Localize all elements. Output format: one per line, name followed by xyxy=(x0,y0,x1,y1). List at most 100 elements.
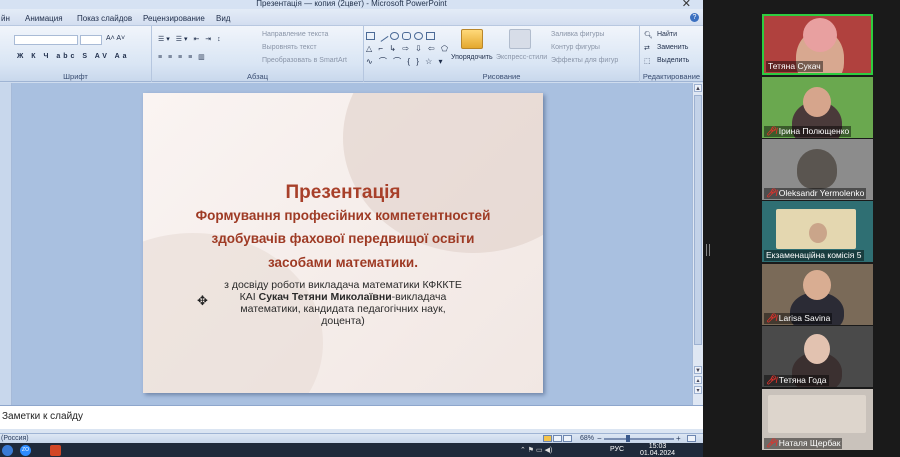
find-button[interactable]: Найти xyxy=(657,31,677,38)
replace-icon: ⇄ xyxy=(644,45,650,52)
participant-tile[interactable]: 🎤︎̸ Oleksandr Yermolenko xyxy=(762,139,873,200)
zoom-meeting-window: Презентація — копия (2цвет) - Microsoft … xyxy=(0,0,900,457)
replace-button[interactable]: Заменить xyxy=(657,44,688,51)
prev-slide-icon[interactable]: ▴ xyxy=(694,376,702,384)
tab-review[interactable]: Рецензирование xyxy=(143,14,205,23)
start-icon[interactable] xyxy=(2,445,13,456)
slide-sorter-icon[interactable] xyxy=(553,435,562,442)
language-indicator[interactable]: (Россия) xyxy=(1,435,29,442)
participant-video xyxy=(797,149,837,189)
align-buttons-icon[interactable]: ≡ ≡ ≡ ≡ ▥ xyxy=(158,53,207,61)
zoom-level[interactable]: 68% xyxy=(580,435,594,442)
editing-group-label: Редактирование xyxy=(642,72,701,81)
slide-body: з досвіду роботи викладача математики КФ… xyxy=(203,279,483,327)
tab-animation[interactable]: Анимация xyxy=(25,14,63,23)
curve-shapes-icon[interactable]: ∿ ⌒ ⌒ { } ☆ ▾ xyxy=(366,56,445,67)
system-clock[interactable]: 15:03 01.04.2024 xyxy=(640,443,675,457)
font-group-label: Шрифт xyxy=(63,72,88,81)
slideshow-view-icon[interactable] xyxy=(563,435,572,442)
oval-shape-icon[interactable] xyxy=(390,32,399,40)
slide[interactable]: Презентація Формування професійних компе… xyxy=(143,93,543,393)
select-button[interactable]: Выделить xyxy=(657,57,689,64)
tab-slideshow[interactable]: Показ слайдов xyxy=(77,14,132,23)
participant-tile[interactable]: 🎤︎̸ Наталя Щербак xyxy=(762,389,873,450)
list-buttons-icon[interactable]: ☰▾ ☰▾ ⇤ ⇥ ↕ xyxy=(158,35,223,43)
participant-name: 🎤︎̸ Наталя Щербак xyxy=(764,438,843,449)
grow-font-icon[interactable]: A˄ A˅ xyxy=(106,35,125,42)
mic-muted-icon: 🎤︎̸ xyxy=(766,438,777,448)
participant-tile[interactable]: Екзаменаційна комісія 5 xyxy=(762,201,873,262)
tab-design[interactable]: йн xyxy=(1,14,10,23)
slide-decoration xyxy=(343,93,543,253)
participant-tile[interactable]: Тетяна Сукач xyxy=(762,14,873,75)
arrow-shapes-icon[interactable]: △ ⌐ ↳ ⇨ ⇩ ⇦ ⬠ xyxy=(366,44,450,53)
rounded-rect-shape-icon[interactable] xyxy=(402,32,411,40)
zoom-out-icon[interactable]: − xyxy=(597,434,602,443)
format-buttons-icon[interactable]: Ж К Ч abc S AV Aa xyxy=(17,53,130,60)
tray-icons[interactable]: ⌃ ⚑ ▭ ◀) xyxy=(520,446,552,454)
slide-body-line: доцента) xyxy=(321,315,365,327)
scrollbar-thumb[interactable] xyxy=(694,95,702,345)
mic-muted-icon: 🎤︎̸ xyxy=(766,188,777,198)
font-name-combobox[interactable] xyxy=(14,35,78,45)
status-bar: (Россия) 68% − + xyxy=(0,433,703,443)
text-direction-button[interactable]: Направление текста xyxy=(262,31,328,38)
rectangle-shape-icon[interactable] xyxy=(366,32,375,40)
editing-group: 🔍︎ Найти ⇄ Заменить ⬚ Выделить Редактиро… xyxy=(640,26,703,82)
participant-head xyxy=(803,87,831,117)
scroll-down-icon[interactable]: ▼ xyxy=(694,366,702,374)
vertical-scrollbar[interactable]: ▲ ▼ ▴ ▾ xyxy=(692,83,703,405)
slide-title: Презентація xyxy=(285,182,401,203)
convert-smartart-button[interactable]: Преобразовать в SmartArt xyxy=(262,57,347,64)
arrange-button[interactable]: Упорядочить xyxy=(451,54,493,61)
paragraph-group: ☰▾ ☰▾ ⇤ ⇥ ↕ ≡ ≡ ≡ ≡ ▥ Направление текста… xyxy=(152,26,364,82)
square-shape-icon[interactable] xyxy=(426,32,435,40)
participant-name: Тетяна Сукач xyxy=(766,61,823,72)
arrange-icon[interactable] xyxy=(461,29,483,49)
zoom-in-icon[interactable]: + xyxy=(676,434,681,443)
slide-body-line: КАІ Сукач Тетяни Миколаївни-викладача xyxy=(239,291,447,303)
notes-pane[interactable]: Заметки к слайду xyxy=(0,405,703,429)
zoom-slider[interactable] xyxy=(604,438,674,440)
scroll-up-icon[interactable]: ▲ xyxy=(694,84,702,92)
drawing-group: △ ⌐ ↳ ⇨ ⇩ ⇦ ⬠ ∿ ⌒ ⌒ { } ☆ ▾ Упорядочить … xyxy=(364,26,640,82)
shape-outline-button[interactable]: Контур фигуры xyxy=(551,44,600,51)
circle-shape-icon[interactable] xyxy=(414,32,423,40)
powerpoint-taskbar-icon[interactable] xyxy=(50,445,61,456)
find-icon: 🔍︎ xyxy=(644,32,653,39)
participant-tile[interactable]: 🎤︎̸ Тетяна Года xyxy=(762,326,873,387)
font-size-combobox[interactable] xyxy=(80,35,102,45)
keyboard-language[interactable]: РУС xyxy=(610,446,624,453)
shape-effects-button[interactable]: Эффекты для фигур xyxy=(551,57,618,64)
font-group: A˄ A˅ Ж К Ч abc S AV Aa Шрифт xyxy=(0,26,152,82)
shape-fill-button[interactable]: Заливка фигуры xyxy=(551,31,604,38)
window-title: Презентація — копия (2цвет) - Microsoft … xyxy=(256,0,447,8)
fit-to-window-icon[interactable] xyxy=(687,435,696,442)
quick-styles-button[interactable]: Экспресс-стили xyxy=(496,54,547,61)
participant-name: 🎤︎̸ Тетяна Года xyxy=(764,375,829,386)
normal-view-icon[interactable] xyxy=(543,435,552,442)
shared-screen: Презентація — копия (2цвет) - Microsoft … xyxy=(0,0,703,457)
mic-muted-icon: 🎤︎̸ xyxy=(766,313,777,323)
help-icon[interactable]: ? xyxy=(690,13,699,22)
resize-handle[interactable] xyxy=(706,244,710,256)
align-text-button[interactable]: Выровнять текст xyxy=(262,44,317,51)
slide-subtitle-line: засобами математики. xyxy=(268,255,418,270)
participant-tile[interactable]: 🎤︎̸ Ірина Полющенко xyxy=(762,77,873,138)
participant-tile[interactable]: 🎤︎̸ Larisa Savina xyxy=(762,264,873,325)
slide-body-line: з досвіду роботи викладача математики КФ… xyxy=(224,279,462,291)
slide-subtitle-line: Формування професійних компетентностей xyxy=(195,208,491,223)
next-slide-icon[interactable]: ▾ xyxy=(694,386,702,394)
paragraph-group-label: Абзац xyxy=(246,72,269,81)
participant-head xyxy=(809,223,827,243)
clock-date: 01.04.2024 xyxy=(640,450,676,457)
tab-view[interactable]: Вид xyxy=(216,14,230,23)
quick-styles-icon[interactable] xyxy=(509,29,531,49)
panel-divider xyxy=(703,0,758,457)
zoom-slider-knob[interactable] xyxy=(625,435,630,442)
line-shape-icon[interactable] xyxy=(376,30,389,42)
zoom-app-icon[interactable]: ZO xyxy=(20,445,31,456)
select-icon: ⬚ xyxy=(644,58,651,65)
notes-placeholder: Заметки к слайду xyxy=(2,411,83,422)
slides-pane-collapsed[interactable] xyxy=(0,83,12,405)
